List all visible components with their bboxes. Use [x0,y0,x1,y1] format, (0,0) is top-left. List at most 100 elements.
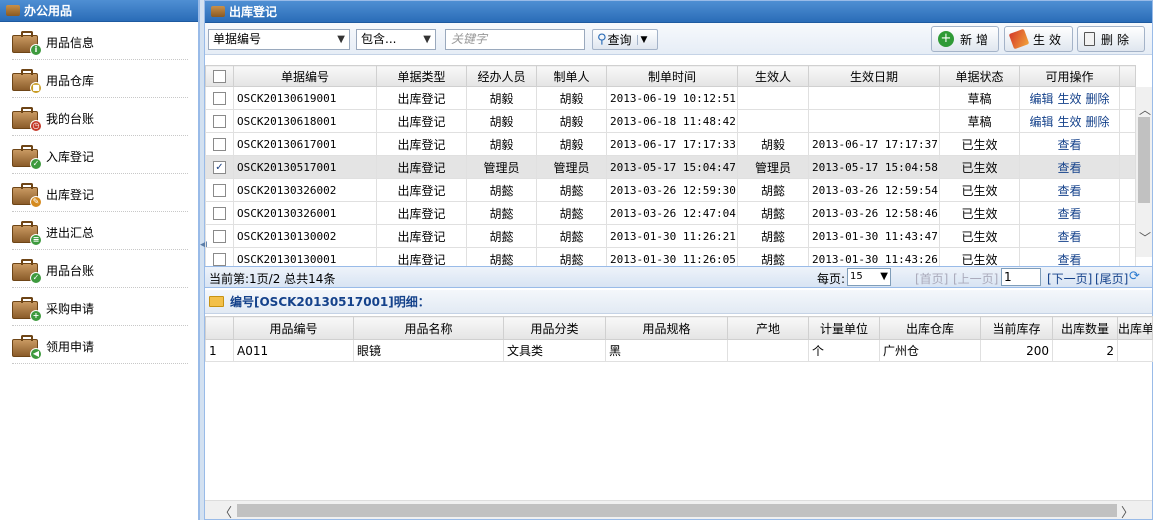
activate-button[interactable]: 生效 [1004,26,1073,52]
col-qty[interactable]: 出库数量 [1052,316,1118,340]
table-row[interactable]: OSCK20130326002 出库登记 胡懿 胡懿 2013-03-26 12:59:… [205,178,1136,202]
sidebar-item[interactable]: ✓ 用品台账 [12,250,188,288]
col-warehouse[interactable]: 出库仓库 [879,316,981,340]
delete-button[interactable]: 删除 [1077,26,1145,52]
search-button[interactable]: ⚲ 查询 ▼ [592,29,658,50]
first-page-link[interactable]: [首页] [915,270,948,287]
chevron-down-icon[interactable]: ▼ [636,34,647,45]
cell-made-time: 2013-01-30 11:26:21 [606,224,738,248]
keyword-input[interactable]: 关键字 [445,29,585,50]
cell-handler: 胡毅 [466,132,537,156]
col-handler[interactable]: 经办人员 [466,65,537,87]
row-checkbox[interactable] [213,138,226,151]
sidebar-header: 办公用品 [0,0,198,22]
sidebar-item[interactable]: ◀ 领用申请 [12,326,188,364]
row-select-cell[interactable] [205,178,234,202]
per-page-select[interactable]: 15 ▼ [847,268,891,286]
row-checkbox[interactable] [213,230,226,243]
scroll-thumb[interactable] [237,504,1117,517]
grid-vertical-scrollbar[interactable]: ︿ ﹀ [1135,87,1152,257]
cell-ops: 查看 [1019,178,1120,202]
row-action-link[interactable]: 编辑 [1029,92,1053,106]
grid-header-row: 单据编号 单据类型 经办人员 制单人 制单时间 生效人 生效日期 单据状态 可用… [205,65,1136,87]
select-all-checkbox[interactable] [213,70,226,83]
sidebar-item[interactable]: ✓ 入库登记 [12,136,188,174]
col-origin[interactable]: 产地 [727,316,809,340]
col-type[interactable]: 单据类型 [376,65,467,87]
col-stock[interactable]: 当前库存 [980,316,1053,340]
row-checkbox[interactable] [213,253,226,266]
cell-effector [737,86,809,110]
table-row[interactable]: ✓ OSCK20130517001 出库登记 管理员 管理员 2013-05-17 15:… [205,155,1136,179]
sidebar-item[interactable]: ≡ 进出汇总 [12,212,188,250]
table-row[interactable]: OSCK20130619001 出库登记 胡毅 胡毅 2013-06-19 10:12:… [205,86,1136,110]
col-maker[interactable]: 制单人 [536,65,607,87]
sidebar-item[interactable]: ✎ 出库登记 [12,174,188,212]
row-checkbox[interactable] [213,92,226,105]
row-select-cell[interactable] [205,224,234,248]
col-ops[interactable]: 可用操作 [1019,65,1120,87]
row-select-cell[interactable] [205,109,234,133]
row-action-link[interactable]: 生效 [1057,115,1081,129]
table-row[interactable]: 1 A011 眼镜 文具类黑 个广州仓 200 2 [205,339,1153,362]
col-effector[interactable]: 生效人 [737,65,809,87]
row-checkbox[interactable] [213,184,226,197]
row-select-cell[interactable]: ✓ [205,155,234,179]
table-row[interactable]: OSCK20130618001 出库登记 胡毅 胡毅 2013-06-18 11:48:… [205,109,1136,133]
row-action-link[interactable]: 生效 [1057,92,1081,106]
row-action-link[interactable]: 查看 [1057,184,1081,198]
page-number-input[interactable]: 1 [1001,268,1041,286]
last-page-link[interactable]: [尾页] [1095,270,1128,287]
col-item-spec[interactable]: 用品规格 [605,316,728,340]
table-row[interactable]: OSCK20130130002 出库登记 胡懿 胡懿 2013-01-30 11:26:… [205,224,1136,248]
row-action-link[interactable]: 编辑 [1029,115,1053,129]
scroll-thumb[interactable] [1138,117,1150,203]
col-item-category[interactable]: 用品分类 [503,316,606,340]
sidebar-item[interactable]: i 用品信息 [12,22,188,60]
col-made-time[interactable]: 制单时间 [606,65,738,87]
chevron-right-icon[interactable]: 〉 [1121,502,1134,520]
chevron-left-icon[interactable]: 〈 [219,502,232,520]
row-action-link[interactable]: 查看 [1057,207,1081,221]
prev-page-link[interactable]: [上一页] [953,270,998,287]
chevron-down-icon[interactable]: ﹀ [1139,229,1151,246]
row-action-link[interactable]: 删除 [1086,92,1110,106]
detail-horizontal-scrollbar[interactable]: 〈 〉 [205,500,1152,520]
select-all-cell[interactable] [205,65,234,87]
sidebar-item[interactable]: ■ 用品仓库 [12,60,188,98]
sidebar-item[interactable]: + 采购申请 [12,288,188,326]
row-action-link[interactable]: 查看 [1057,230,1081,244]
row-select-cell[interactable] [205,132,234,156]
cell-status: 已生效 [939,224,1020,248]
cell-effector: 胡懿 [737,224,809,248]
refresh-icon[interactable]: ⟳ [1129,269,1140,284]
col-item-code[interactable]: 用品编号 [233,316,354,340]
row-select-cell[interactable] [205,86,234,110]
folder-icon [209,296,224,307]
col-item-name[interactable]: 用品名称 [353,316,504,340]
row-checkbox[interactable] [213,115,226,128]
sidebar-item[interactable]: ◷ 我的台账 [12,98,188,136]
add-button[interactable]: + 新增 [931,26,999,52]
col-id[interactable]: 单据编号 [233,65,377,87]
cell-made-time: 2013-03-26 12:47:04 [606,201,738,225]
next-page-link[interactable]: [下一页] [1047,270,1092,287]
field-select[interactable]: 单据编号 ▼ [208,29,350,50]
table-row[interactable]: OSCK20130617001 出库登记 胡毅 胡毅 2013-06-17 17:17:… [205,132,1136,156]
col-status[interactable]: 单据状态 [939,65,1020,87]
row-checkbox[interactable] [213,207,226,220]
col-out-extra[interactable]: 出库单 [1117,316,1153,340]
table-row[interactable]: OSCK20130326001 出库登记 胡懿 胡懿 2013-03-26 12:47:… [205,201,1136,225]
row-action-link[interactable]: 删除 [1086,115,1110,129]
main-header: 出库登记 [205,1,1152,23]
detail-grid: 用品编号 用品名称 用品分类 用品规格 产地 计量单位 出库仓库 当前库存 出库… [205,316,1153,362]
col-effective-date[interactable]: 生效日期 [808,65,940,87]
row-checkbox[interactable]: ✓ [213,161,226,174]
row-action-link[interactable]: 查看 [1057,161,1081,175]
row-action-link[interactable]: 查看 [1057,138,1081,152]
row-select-cell[interactable] [205,201,234,225]
chevron-up-icon[interactable]: ︿ [1139,101,1151,118]
row-action-link[interactable]: 查看 [1057,253,1081,267]
operator-select[interactable]: 包含... ▼ [356,29,436,50]
col-unit[interactable]: 计量单位 [808,316,880,340]
